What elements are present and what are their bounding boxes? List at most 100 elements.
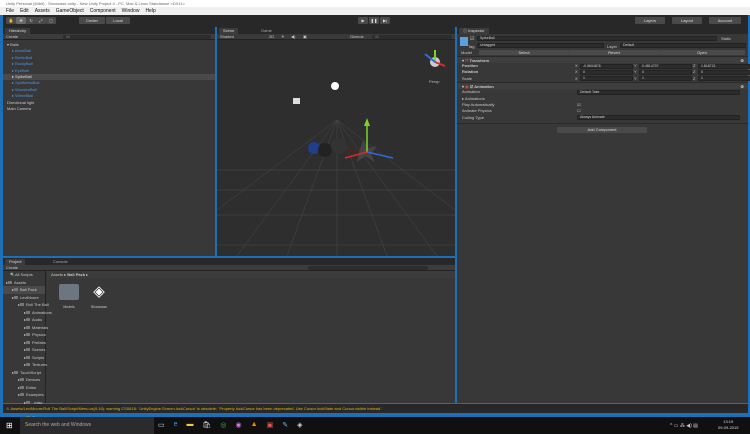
menu-gameobject[interactable]: GameObject xyxy=(56,8,84,14)
hierarchy-item-label: EyeBall xyxy=(15,67,29,73)
folder-icon xyxy=(26,340,31,344)
project-tree-item[interactable]: ▸ Examples xyxy=(3,391,45,399)
menu-assets[interactable]: Assets xyxy=(35,8,50,14)
asset-models[interactable]: Models xyxy=(57,284,81,309)
menu-file[interactable]: File xyxy=(6,8,14,14)
chrome-icon[interactable]: ◎ xyxy=(220,421,226,429)
animation-header[interactable]: ▾ ◉ ☑ Animation ⚙ xyxy=(457,82,748,90)
hierarchy-item[interactable]: Main Camera xyxy=(3,106,215,112)
project-tree-item[interactable]: ▸ LeviMoore xyxy=(3,294,45,302)
transform-x-input[interactable]: -0.5604876 xyxy=(580,63,633,69)
edge-icon[interactable]: e xyxy=(174,421,178,429)
menu-edit[interactable]: Edit xyxy=(20,8,29,14)
layout-dropdown[interactable]: Layout xyxy=(672,17,702,24)
powerpoint-icon[interactable]: ▣ xyxy=(267,421,274,429)
pause-button[interactable]: ❚❚ xyxy=(369,17,379,24)
store-icon[interactable]: 🛍 xyxy=(203,421,212,429)
project-tree-item[interactable]: ▸ Audio xyxy=(3,316,45,324)
model-revert-button[interactable]: Revert xyxy=(569,50,659,55)
project-tree-item[interactable]: ▸ Textures xyxy=(3,361,47,369)
rotate-tool-icon[interactable]: ↻ xyxy=(26,17,36,24)
window-title: Unity Personal (64bit) - Showcase.unity … xyxy=(0,0,750,7)
play-button[interactable]: ▶ xyxy=(358,17,368,24)
vlc-icon[interactable]: ▲ xyxy=(251,421,258,429)
animation-clip-field[interactable]: Default Take xyxy=(577,89,740,95)
transform-x-input[interactable]: 0 xyxy=(580,70,633,76)
model-open-button[interactable]: Open xyxy=(659,50,745,55)
folder-icon xyxy=(14,295,19,299)
step-button[interactable]: ▶| xyxy=(380,17,390,24)
tag-dropdown[interactable]: Untagged xyxy=(477,43,604,48)
layers-dropdown[interactable]: Layers xyxy=(635,17,665,24)
project-create-button[interactable]: Create xyxy=(6,265,18,270)
project-tree-item[interactable]: ▸ Assets xyxy=(3,279,45,287)
move-tool-icon[interactable]: ✥ xyxy=(16,17,26,24)
layer-dropdown[interactable]: Default xyxy=(620,43,746,48)
menu-help[interactable]: Help xyxy=(145,8,155,14)
active-checkbox[interactable]: ☑ xyxy=(470,36,474,42)
transform-y-input[interactable]: 0 xyxy=(639,70,692,76)
transform-y-input[interactable]: 1 xyxy=(639,76,692,82)
project-tree-item[interactable]: ▸ TouchScript xyxy=(3,369,45,377)
account-dropdown[interactable]: Account xyxy=(709,17,741,24)
breadcrumb-assets[interactable]: Assets xyxy=(51,272,63,277)
project-folder-tree: 🔍All Scripts ▸ Assets ▸ Ball Pack ▸ LeviMoore… xyxy=(3,271,52,420)
tree-label: Scenes xyxy=(32,347,46,352)
project-tree-item[interactable]: ▸ Prefabs xyxy=(3,339,46,347)
project-search-input[interactable] xyxy=(308,266,428,270)
unity-taskbar-icon[interactable]: ◈ xyxy=(297,421,302,429)
hierarchy-item-label: WoodenBall xyxy=(15,86,37,92)
app-icon[interactable]: ✎ xyxy=(282,421,288,429)
console-message: Assets/LeviMoore/Roll The Ball/Script/Me… xyxy=(10,406,383,411)
transform-z-input[interactable]: 1 xyxy=(698,76,750,82)
add-component-button[interactable]: Add Component xyxy=(557,127,647,134)
transform-header[interactable]: ▾ ⤧ Transform ⚙ xyxy=(457,56,748,63)
menu-component[interactable]: Component xyxy=(90,8,116,14)
project-tree-item[interactable]: ▸ Physics xyxy=(3,331,46,339)
app-icon[interactable]: ◉ xyxy=(236,421,242,429)
model-select-button[interactable]: Select xyxy=(479,50,569,55)
folder-icon xyxy=(26,355,31,359)
hand-tool-icon[interactable]: ✋ xyxy=(6,17,16,24)
transform-z-input[interactable]: 0 xyxy=(698,70,750,76)
culling-type-dropdown[interactable]: Always Animate xyxy=(577,115,740,121)
pivot-local-button[interactable]: Local xyxy=(106,17,130,24)
pivot-center-button[interactable]: Center xyxy=(79,17,105,24)
transform-z-input[interactable]: 1.818721 xyxy=(698,63,750,69)
project-tree-item[interactable]: ▸ Editor xyxy=(3,384,45,392)
transform-x-input[interactable]: 1 xyxy=(580,76,633,82)
scene-search-input[interactable]: All xyxy=(372,35,452,39)
console-status-bar[interactable]: ⚠ Assets/LeviMoore/Roll The Ball/Script/… xyxy=(3,404,748,413)
shading-mode-dropdown[interactable]: Shaded xyxy=(220,34,234,39)
system-tray-icons[interactable]: ^ ▭ ⁂ ◀) ▤ xyxy=(670,423,698,429)
asset-showcase[interactable]: ◈ Showcase xyxy=(87,284,111,310)
ball-object xyxy=(331,138,347,154)
static-checkbox[interactable]: Static xyxy=(721,36,731,41)
taskbar-search-input[interactable]: Search the web and Windows xyxy=(20,417,154,434)
rect-tool-icon[interactable]: ▢ xyxy=(46,17,56,24)
tree-label: LeviMoore xyxy=(20,294,39,300)
scene-viewport[interactable]: Persp xyxy=(217,40,455,256)
breadcrumb-ball-pack[interactable]: Ball Pack xyxy=(67,272,85,277)
windows-taskbar: ⊞ Search the web and Windows ▭ e ▬ 🛍 ◎ ◉… xyxy=(0,417,750,434)
hierarchy-create-button[interactable]: Create xyxy=(6,34,18,39)
project-tree-item[interactable]: ▸ Scripts xyxy=(3,354,45,362)
all-scripts-filter[interactable]: 🔍All Scripts xyxy=(3,271,45,279)
project-tree-item[interactable]: ▸ Ball Pack xyxy=(3,286,45,294)
windows-start-icon[interactable]: ⊞ xyxy=(6,421,13,430)
project-tree-item[interactable]: ▸ Animations xyxy=(3,309,52,317)
project-tree-item[interactable]: ▸ Materials xyxy=(3,324,48,332)
folder-icon xyxy=(14,288,19,292)
project-tree-item[interactable]: ▸ Scenes xyxy=(3,346,45,354)
scale-tool-icon[interactable]: ⤢ xyxy=(36,17,46,24)
object-name-input[interactable]: SpikeBall xyxy=(477,36,717,41)
culling-type-label: Culling Type xyxy=(462,114,484,120)
folder-icon xyxy=(20,303,25,307)
project-tree-item[interactable]: ▸ Roll The Ball xyxy=(3,301,49,309)
transform-y-input[interactable]: 0.4814797 xyxy=(639,63,692,69)
project-tree-item[interactable]: ▸ Devices xyxy=(3,376,45,384)
hierarchy-search-input[interactable]: All xyxy=(63,35,211,39)
menu-window[interactable]: Window xyxy=(122,8,140,14)
file-explorer-icon[interactable]: ▬ xyxy=(187,421,194,429)
task-view-icon[interactable]: ▭ xyxy=(158,421,165,429)
